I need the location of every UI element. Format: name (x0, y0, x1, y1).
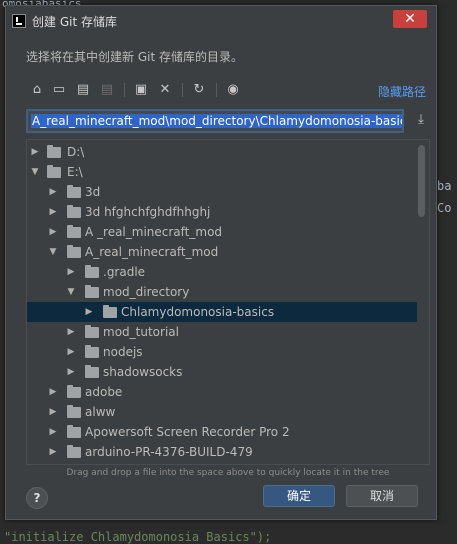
project-icon[interactable]: ▤ (72, 79, 94, 101)
dialog-title: 创建 Git 存储库 (32, 15, 117, 29)
download-icon[interactable]: ⤓ (413, 112, 429, 130)
background-editor-right: ba Co (437, 175, 457, 235)
folder-icon (47, 165, 61, 178)
toolbar-separator (216, 83, 217, 97)
help-button[interactable]: ? (26, 487, 48, 509)
tree-row[interactable]: ▶ adobe (27, 382, 417, 402)
collapsed-arrow-icon[interactable]: ▶ (47, 182, 59, 202)
collapsed-arrow-icon[interactable]: ▶ (47, 442, 59, 462)
collapsed-arrow-icon[interactable]: ▶ (65, 362, 77, 382)
file-chooser-toolbar: ⌂ ▭ ▤ ▤ ▣ ✕ ↻ ◉ 隐藏路径 (26, 79, 426, 101)
path-input-value: A_real_minecraft_mod\mod_directory\Chlam… (31, 114, 402, 128)
tree-row[interactable]: ▶ shadowsocks (27, 362, 417, 382)
tree-row-label: mod_directory (103, 285, 190, 299)
tree-row-label: shadowsocks (103, 365, 183, 379)
tree-row-label: 3d hfghchfghdfhhghj (85, 205, 211, 219)
folder-icon (85, 365, 99, 378)
delete-icon[interactable]: ✕ (154, 79, 176, 101)
intellij-app-icon (12, 14, 26, 28)
tree-row[interactable]: ▶ Apowersoft Screen Recorder Pro 2 (27, 422, 417, 442)
folder-icon (85, 345, 99, 358)
tree-row[interactable]: ▼ mod_directory (27, 282, 417, 302)
folder-icon (103, 305, 117, 318)
tree-row-selected[interactable]: ▶ Chlamydomonosia-basics (27, 302, 417, 322)
folder-icon (67, 445, 81, 458)
collapsed-arrow-icon[interactable]: ▶ (47, 422, 59, 442)
tree-row[interactable]: ▼ A_real_minecraft_mod (27, 242, 417, 262)
show-hidden-icon[interactable]: ◉ (222, 79, 244, 101)
tree-row-label: D:\ (67, 145, 85, 159)
folder-icon (67, 245, 81, 258)
folder-icon (85, 265, 99, 278)
folder-icon (67, 225, 81, 238)
drag-drop-hint: Drag and drop a file into the space abov… (66, 468, 390, 478)
tree-row[interactable]: ▶ 3d hfghchfghdfhhghj (27, 202, 417, 222)
close-button[interactable]: ✕ (393, 10, 427, 28)
folder-icon (85, 325, 99, 338)
tree-row-label: nodejs (103, 345, 143, 359)
toolbar-separator (124, 83, 125, 97)
folder-icon (47, 145, 61, 158)
folder-icon (67, 205, 81, 218)
tree-row-label: Chlamydomonosia-basics (121, 305, 275, 319)
folder-icon (67, 185, 81, 198)
tree-row[interactable]: ▶ D:\ (27, 142, 417, 162)
tree-row-label: E:\ (67, 165, 83, 179)
collapsed-arrow-icon[interactable]: ▶ (83, 302, 95, 322)
collapsed-arrow-icon[interactable]: ▶ (47, 202, 59, 222)
path-row: A_real_minecraft_mod\mod_directory\Chlam… (26, 109, 431, 135)
new-folder-icon[interactable]: ▣ (130, 79, 152, 101)
tree-row[interactable]: ▶ arduino-PR-4376-BUILD-479 (27, 442, 417, 462)
background-line: Co (437, 201, 452, 215)
collapsed-arrow-icon[interactable]: ▶ (47, 402, 59, 422)
tree-row-label: arduino-PR-4376-BUILD-479 (85, 445, 253, 459)
toolbar-separator (182, 83, 183, 97)
tree-row-label: mod_tutorial (103, 325, 179, 339)
folder-icon (85, 285, 99, 298)
tree-row-label: adobe (85, 385, 123, 399)
tree-row[interactable]: ▶ .gradle (27, 262, 417, 282)
folder-icon (67, 425, 81, 438)
directory-tree[interactable]: ▶ D:\ ▼ E:\ ▶ 3d ▶ 3d hfghchfghdfhhghj ▶… (26, 139, 430, 465)
tree-row-label: alww (85, 405, 116, 419)
dialog-titlebar[interactable]: 创建 Git 存储库 ✕ (6, 6, 436, 36)
tree-row-label: A_real_minecraft_mod (85, 245, 219, 259)
tree-row[interactable]: ▶ alww (27, 402, 417, 422)
ok-button[interactable]: 确定 (263, 485, 335, 507)
hide-path-link[interactable]: 隐藏路径 (378, 83, 426, 100)
refresh-icon[interactable]: ↻ (188, 79, 210, 101)
tree-row-label: .gradle (103, 265, 146, 279)
dialog-description: 选择将在其中创建新 Git 存储库的目录。 (26, 50, 243, 64)
tree-row-label: Apowersoft Screen Recorder Pro 2 (85, 425, 290, 439)
folder-icon (67, 405, 81, 418)
path-input[interactable]: A_real_minecraft_mod\mod_directory\Chlam… (26, 109, 404, 133)
home-icon[interactable]: ⌂ (26, 79, 48, 101)
background-line: ba (437, 179, 452, 193)
expanded-arrow-icon[interactable]: ▼ (29, 162, 41, 182)
tree-row[interactable]: ▼ E:\ (27, 162, 417, 182)
collapsed-arrow-icon[interactable]: ▶ (47, 222, 59, 242)
expanded-arrow-icon[interactable]: ▼ (65, 282, 77, 302)
expanded-arrow-icon[interactable]: ▼ (47, 242, 59, 262)
tree-scrollbar[interactable] (418, 145, 425, 217)
create-git-repository-dialog: 创建 Git 存储库 ✕ 选择将在其中创建新 Git 存储库的目录。 ⌂ ▭ ▤… (5, 5, 437, 520)
collapsed-arrow-icon[interactable]: ▶ (65, 322, 77, 342)
tree-row[interactable]: ▶ A _real_minecraft_mod (27, 222, 417, 242)
collapsed-arrow-icon[interactable]: ▶ (47, 382, 59, 402)
tree-row-label: A _real_minecraft_mod (85, 225, 223, 239)
cancel-button[interactable]: 取消 (346, 485, 418, 507)
desktop-icon[interactable]: ▭ (48, 79, 70, 101)
tree-row[interactable]: ▶ nodejs (27, 342, 417, 362)
folder-icon (67, 385, 81, 398)
collapsed-arrow-icon[interactable]: ▶ (65, 262, 77, 282)
background-editor-bottom: "initialize Chlamydomonosia Basics"); (0, 530, 457, 544)
tree-row[interactable]: ▶ mod_tutorial (27, 322, 417, 342)
collapsed-arrow-icon[interactable]: ▶ (29, 142, 41, 162)
tree-row-label: 3d (85, 185, 101, 199)
tree-row[interactable]: ▶ 3d (27, 182, 417, 202)
collapsed-arrow-icon[interactable]: ▶ (65, 342, 77, 362)
module-icon[interactable]: ▤ (96, 79, 118, 101)
